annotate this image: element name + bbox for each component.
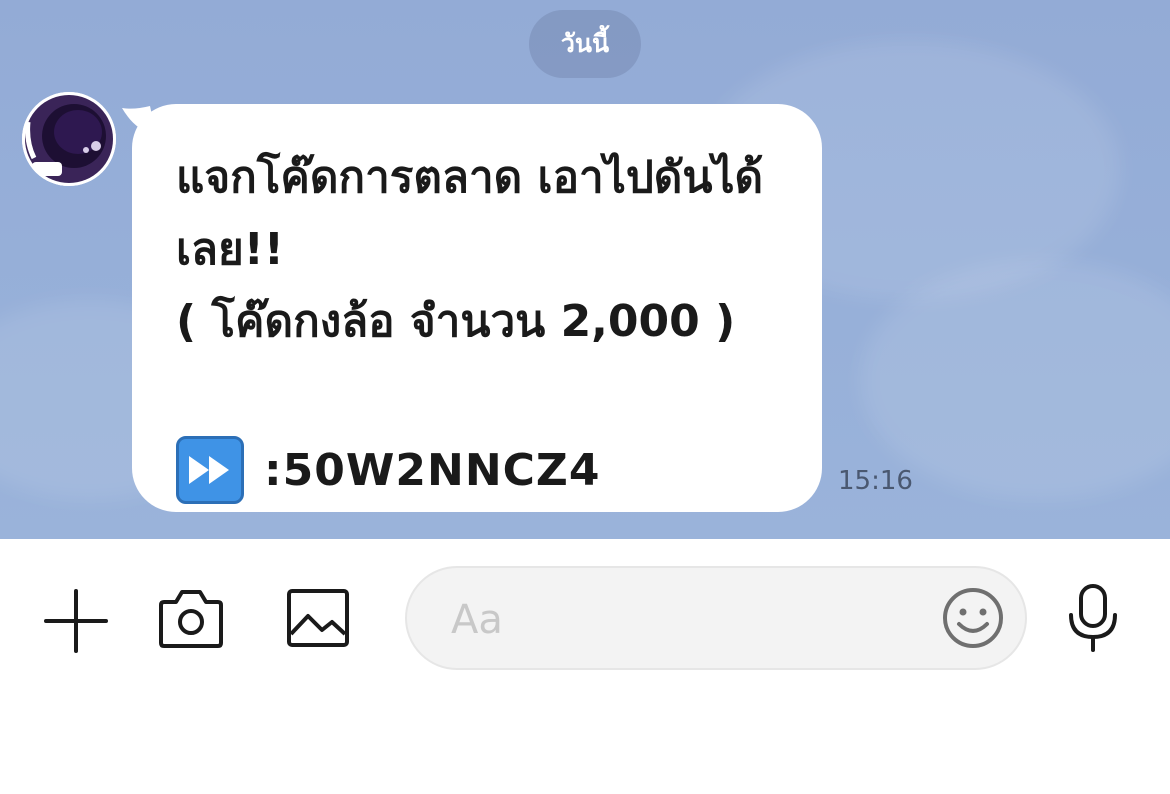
message-input[interactable] xyxy=(451,592,921,648)
avatar[interactable] xyxy=(22,92,116,186)
plus-button[interactable] xyxy=(40,585,112,657)
promo-code: 50W2NNCZ4 xyxy=(282,444,601,496)
image-button[interactable] xyxy=(282,582,354,654)
emoji-button[interactable] xyxy=(941,586,1005,650)
astronaut-avatar-icon xyxy=(22,92,116,186)
microphone-button[interactable] xyxy=(1060,580,1126,656)
emoji-icon xyxy=(943,588,1003,648)
camera-button[interactable] xyxy=(155,582,227,654)
code-prefix: : xyxy=(264,444,283,496)
message-field[interactable] xyxy=(405,566,1027,670)
message-line: เลย!! xyxy=(176,224,284,275)
message-line: ( โค๊ดกงล้อ จำนวน 2,000 ) xyxy=(176,296,736,347)
microphone-icon xyxy=(1069,584,1117,652)
message-bubble[interactable]: แจกโค๊ดการตลาด เอาไปดันได้ เลย!! ( โค๊ดก… xyxy=(132,104,822,512)
camera-icon xyxy=(159,590,223,648)
message-timestamp: 15:16 xyxy=(838,466,913,496)
chat-area: วันนี้ แจกโค๊ดการตลาด เอาไปดันได้ เลย!! … xyxy=(0,0,1170,539)
fast-forward-emoji-icon xyxy=(176,436,244,504)
date-divider: วันนี้ xyxy=(529,10,641,78)
message-line: แจกโค๊ดการตลาด เอาไปดันได้ xyxy=(176,152,764,203)
code-row: : 50W2NNCZ4 xyxy=(176,436,792,504)
image-icon xyxy=(287,589,349,647)
plus-icon xyxy=(44,589,108,653)
